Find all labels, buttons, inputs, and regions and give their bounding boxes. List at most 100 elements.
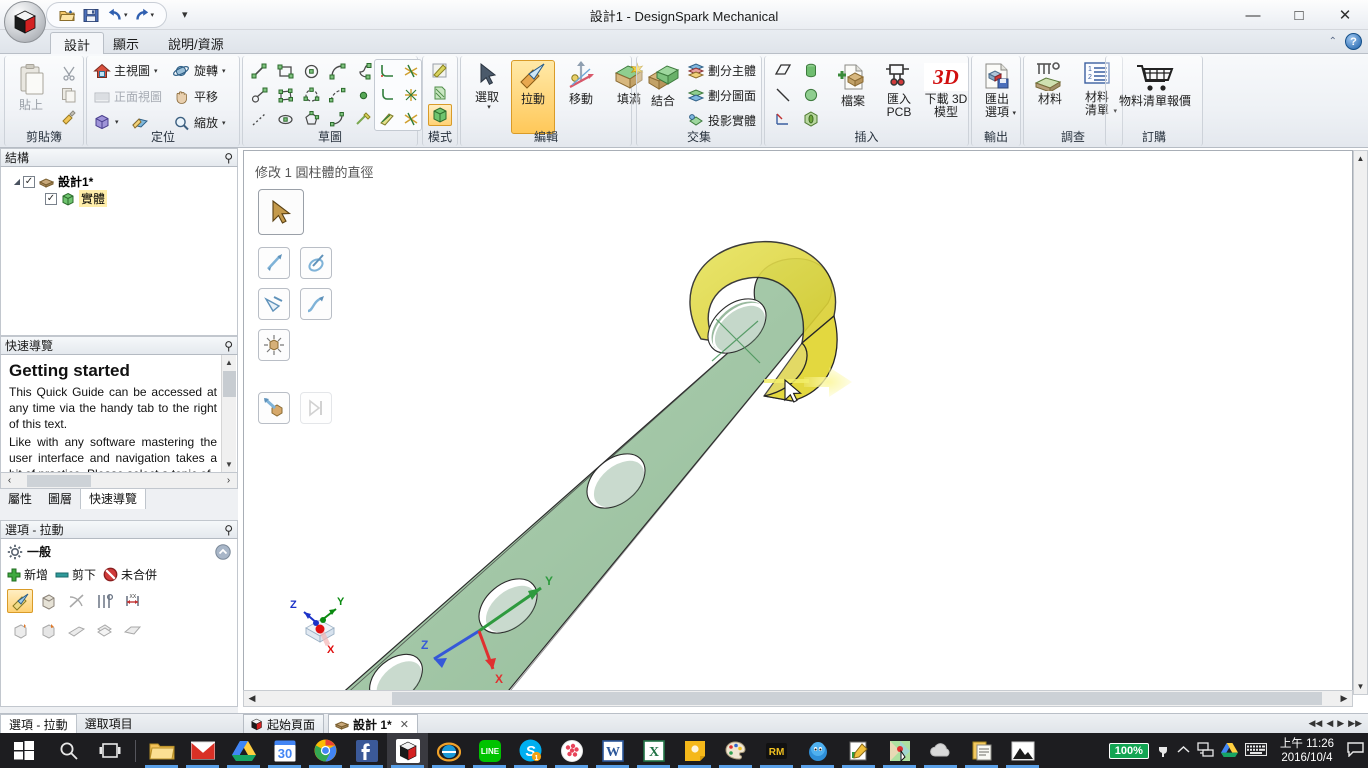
minimize-button[interactable]: — xyxy=(1230,0,1276,30)
pull-offset-icon[interactable] xyxy=(91,618,117,642)
nav-prev-icon[interactable]: ◀ xyxy=(1326,718,1333,729)
pull-dimension-icon[interactable]: XX xyxy=(119,589,145,613)
scroll-up-icon[interactable]: ▲ xyxy=(1354,151,1367,166)
import-pcb-button[interactable]: 匯入 PCB xyxy=(877,62,921,132)
tab-display[interactable]: 顯示 xyxy=(100,32,152,54)
quicknav-vertical-scrollbar[interactable]: ▲ ▼ xyxy=(221,355,236,472)
application-menu-orb[interactable] xyxy=(4,1,46,43)
battery-percent-badge[interactable]: 100% xyxy=(1108,742,1149,759)
start-icon[interactable] xyxy=(0,733,48,768)
google-drive-icon[interactable] xyxy=(223,733,264,768)
status-tab-selection[interactable]: 選取項目 xyxy=(77,714,141,734)
tangent-line-icon[interactable] xyxy=(247,84,271,106)
rotate-caret[interactable]: ▾ xyxy=(222,67,226,75)
pull-round-icon[interactable] xyxy=(7,618,33,642)
insert-file-button[interactable]: 檔案 xyxy=(829,62,877,124)
tangent-arc-icon[interactable] xyxy=(325,84,349,106)
pull-face-icon[interactable] xyxy=(35,589,61,613)
section-mode-icon[interactable] xyxy=(428,82,452,104)
home-view-caret[interactable]: ▾ xyxy=(154,67,158,75)
sketch-mode-icon[interactable] xyxy=(428,60,452,82)
tab-design[interactable]: 設計 xyxy=(50,32,105,55)
internet-explorer-icon[interactable] xyxy=(428,733,469,768)
open-folder-icon[interactable] xyxy=(55,4,79,26)
collapse-ribbon-icon[interactable]: ⌃ xyxy=(1329,36,1337,47)
split-icon[interactable] xyxy=(399,84,423,106)
show-hidden-icons-icon[interactable] xyxy=(1177,743,1190,758)
pan-button[interactable]: 平移 xyxy=(173,88,218,105)
pull-shell-icon[interactable] xyxy=(119,618,145,642)
help-icon[interactable]: ? xyxy=(1345,33,1362,50)
pin-icon[interactable]: ⚲ xyxy=(224,523,233,537)
doc-tab-start-page[interactable]: 起始頁面 xyxy=(243,714,325,733)
solid-visibility-checkbox[interactable]: ✓ xyxy=(45,192,57,205)
facebook-icon[interactable] xyxy=(346,733,387,768)
paint-icon[interactable] xyxy=(715,733,756,768)
corner-round-icon[interactable] xyxy=(375,84,399,106)
chrome-icon[interactable] xyxy=(305,733,346,768)
undo-dropdown-caret[interactable]: ▾ xyxy=(124,11,128,19)
gmail-icon[interactable] xyxy=(182,733,223,768)
file-explorer-icon[interactable] xyxy=(141,733,182,768)
sticky-notes-icon[interactable] xyxy=(674,733,715,768)
cut-icon[interactable] xyxy=(57,62,81,84)
excel-icon[interactable]: X xyxy=(633,733,674,768)
pull-draft-icon[interactable] xyxy=(63,618,89,642)
evernote-icon[interactable] xyxy=(551,733,592,768)
front-view-button[interactable]: 正面視圖 xyxy=(93,88,162,105)
cut-option-button[interactable]: 剪下 xyxy=(55,566,96,583)
tab-help-resources[interactable]: 說明/資源 xyxy=(155,32,237,54)
plane-insert-icon[interactable] xyxy=(771,60,795,82)
pull-revolve-tool[interactable] xyxy=(300,247,332,279)
copy-icon[interactable] xyxy=(57,84,81,106)
photo-editor-icon[interactable] xyxy=(879,733,920,768)
pull-scale-icon[interactable] xyxy=(91,589,117,613)
customize-qat-caret[interactable]: ▾ xyxy=(182,8,188,21)
tab-quicknav[interactable]: 快速導覽 xyxy=(80,487,147,509)
redo-dropdown-caret[interactable]: ▾ xyxy=(151,11,155,19)
tree-node-solid[interactable]: ✓ 實體 xyxy=(5,190,233,207)
cloud-icon[interactable] xyxy=(920,733,961,768)
scroll-left-icon[interactable]: ◀ xyxy=(244,693,260,704)
pull-curve-tool[interactable] xyxy=(300,288,332,320)
pull-scale-tool[interactable] xyxy=(258,329,290,361)
pin-icon[interactable]: ⚲ xyxy=(224,151,233,165)
origin-insert-icon[interactable] xyxy=(771,108,795,130)
collapse-section-icon[interactable] xyxy=(215,543,231,560)
tree-node-design[interactable]: ◢ ✓ 設計1* xyxy=(5,173,233,190)
close-button[interactable]: ✕ xyxy=(1322,0,1368,30)
line-icon[interactable]: LINE xyxy=(469,733,510,768)
network-icon[interactable] xyxy=(1197,741,1214,760)
doc-tab-design1[interactable]: 設計 1* ✕ xyxy=(328,714,418,733)
nav-next-icon[interactable]: ▶ xyxy=(1337,718,1344,729)
point-tool-icon[interactable] xyxy=(351,84,375,106)
nav-first-icon[interactable]: ◀◀ xyxy=(1308,718,1322,729)
scroll-right-icon[interactable]: ▶ xyxy=(1336,693,1352,704)
options-general-row[interactable]: 一般 xyxy=(1,539,237,560)
viewport-vertical-scrollbar[interactable]: ▲ ▼ xyxy=(1353,150,1368,695)
tab-properties[interactable]: 屬性 xyxy=(0,488,40,509)
split-body-button[interactable]: 劃分主體 xyxy=(687,62,756,79)
line-tool-icon[interactable] xyxy=(247,60,271,82)
word-icon[interactable]: W xyxy=(592,733,633,768)
pin-icon[interactable]: ⚲ xyxy=(224,339,233,353)
construction-line-icon[interactable] xyxy=(247,108,271,130)
paste-button[interactable]: 貼上 xyxy=(9,62,53,124)
three-point-arc-icon[interactable] xyxy=(299,84,323,106)
shape-insert-icon[interactable] xyxy=(799,108,823,130)
action-center-icon[interactable] xyxy=(1347,741,1364,760)
google-calendar-icon[interactable]: 30 xyxy=(264,733,305,768)
rm-icon[interactable]: RM xyxy=(756,733,797,768)
pull-revolve-icon[interactable] xyxy=(63,589,89,613)
viewport-horizontal-scrollbar[interactable]: ◀ ▶ xyxy=(243,690,1353,707)
ellipse-tool-icon[interactable] xyxy=(273,108,297,130)
project-to-sketch-icon[interactable] xyxy=(375,108,399,130)
pull-directed-icon[interactable] xyxy=(7,589,33,613)
select-tool-button[interactable]: 選取 ▾ xyxy=(467,60,507,124)
scroll-thumb[interactable] xyxy=(223,371,236,397)
view-cube-caret[interactable]: ▾ xyxy=(115,118,119,126)
maximize-button[interactable]: □ xyxy=(1276,0,1322,30)
design-viewport[interactable]: 修改 1 圓柱體的直徑 Z Y X Z Y X xyxy=(243,150,1353,695)
project-solid-button[interactable]: 投影實體 xyxy=(687,112,756,129)
axis-insert-icon[interactable] xyxy=(771,84,795,106)
